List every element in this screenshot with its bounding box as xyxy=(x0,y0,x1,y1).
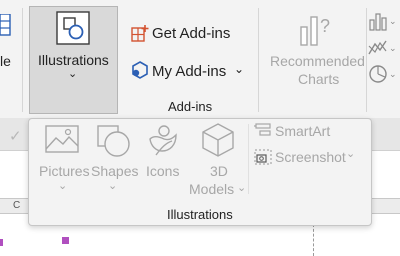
svg-text:⌄: ⌄ xyxy=(389,69,397,79)
shapes-button[interactable]: Shapes xyxy=(91,163,138,179)
table-button-label-partial[interactable]: le xyxy=(0,53,11,69)
chevron-down-icon: ⌄ xyxy=(68,68,78,80)
chevron-down-icon: ⌄ xyxy=(108,180,118,192)
addins-group-label: Add-ins xyxy=(168,99,213,114)
screenshot-button[interactable]: Screenshot xyxy=(275,149,346,165)
group-separator xyxy=(22,8,23,112)
cell-marker xyxy=(0,239,3,246)
recommended-charts-label-line2[interactable]: Charts xyxy=(298,71,339,87)
table-icon[interactable] xyxy=(0,13,11,36)
pictures-button[interactable]: Pictures xyxy=(39,163,90,179)
pie-chart-icon[interactable]: ⌄ xyxy=(368,63,398,85)
get-addins-button[interactable]: Get Add-ins xyxy=(152,25,230,42)
my-addins-button[interactable]: My Add-ins xyxy=(152,63,226,80)
cell-marker xyxy=(62,237,69,244)
recommended-charts-label-line1[interactable]: Recommended xyxy=(270,53,365,69)
chevron-down-icon: ⌄ xyxy=(237,182,247,194)
line-chart-icon[interactable]: ⌄ xyxy=(368,38,398,58)
illustrations-label: Illustrations xyxy=(38,52,109,68)
icons-icon xyxy=(146,123,180,157)
smartart-button[interactable]: SmartArt xyxy=(275,123,330,139)
shapes-icon xyxy=(96,124,132,158)
illustrations-icon xyxy=(56,11,90,45)
screenshot-dropdown-icon[interactable]: ⌄ xyxy=(346,147,355,160)
group-separator xyxy=(366,8,367,112)
page-break-line xyxy=(313,224,314,256)
my-addins-dropdown-icon[interactable]: ⌄ xyxy=(234,62,244,76)
3d-models-button-line1[interactable]: 3D xyxy=(210,163,228,179)
group-separator xyxy=(258,8,259,112)
svg-text:?: ? xyxy=(320,16,330,36)
3d-models-icon xyxy=(201,122,235,158)
bar-chart-icon[interactable]: ⌄ xyxy=(369,11,397,31)
get-addins-icon xyxy=(131,24,149,42)
svg-text:⌄: ⌄ xyxy=(389,43,397,53)
icons-button[interactable]: Icons xyxy=(146,163,179,179)
my-addins-icon xyxy=(131,61,149,79)
3d-models-button-line2[interactable]: Models xyxy=(189,181,234,197)
checkmark-icon[interactable]: ✓ xyxy=(9,127,22,145)
illustrations-group-label: Illustrations xyxy=(167,207,233,222)
column-letter: C xyxy=(13,200,21,211)
group-separator xyxy=(248,124,249,194)
recommended-charts-icon: ? xyxy=(298,12,334,48)
svg-text:⌄: ⌄ xyxy=(389,16,397,26)
screenshot-icon xyxy=(254,149,272,165)
smartart-icon xyxy=(254,123,272,137)
chevron-down-icon: ⌄ xyxy=(58,180,68,192)
pictures-icon xyxy=(45,124,79,154)
